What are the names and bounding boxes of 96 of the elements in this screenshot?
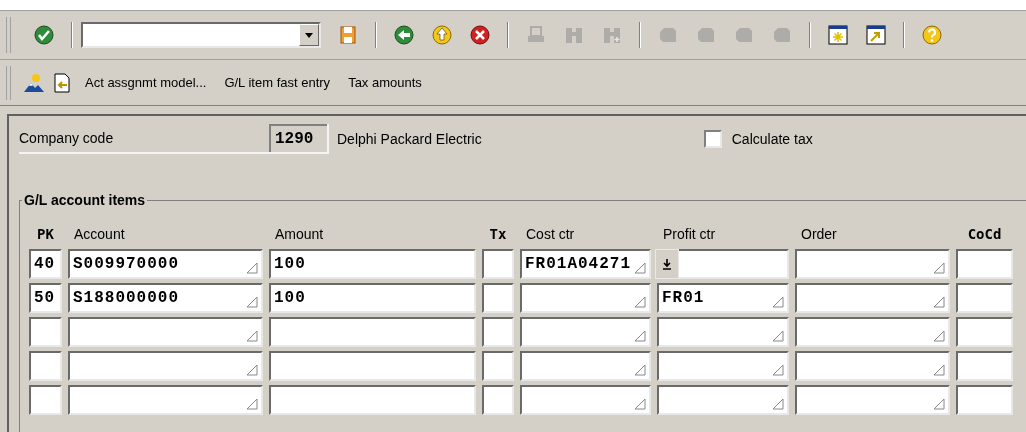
input-field[interactable] bbox=[29, 317, 62, 347]
input-field[interactable] bbox=[520, 317, 651, 347]
input-field[interactable]: 50 bbox=[29, 283, 62, 313]
input-field[interactable] bbox=[657, 317, 789, 347]
new-window-icon[interactable] bbox=[825, 22, 851, 48]
toolbar-button[interactable]: Tax amounts bbox=[348, 72, 422, 93]
input-field[interactable] bbox=[482, 385, 514, 415]
dropdown-corner-icon bbox=[634, 364, 646, 376]
value-help-button[interactable] bbox=[655, 249, 679, 279]
input-field[interactable] bbox=[956, 249, 1013, 279]
dropdown-corner-icon bbox=[933, 296, 945, 308]
dropdown-corner-icon bbox=[772, 330, 784, 342]
input-field[interactable] bbox=[520, 351, 651, 381]
shortcut-icon[interactable] bbox=[863, 22, 889, 48]
input-field[interactable] bbox=[795, 385, 950, 415]
column-header: Amount bbox=[275, 224, 324, 244]
dropdown-corner-icon bbox=[933, 330, 945, 342]
input-field[interactable] bbox=[29, 385, 62, 415]
input-field[interactable] bbox=[795, 351, 950, 381]
input-field[interactable] bbox=[68, 385, 263, 415]
dropdown-corner-icon bbox=[933, 398, 945, 410]
input-field[interactable]: 100 bbox=[269, 249, 476, 279]
dropdown-corner-icon bbox=[772, 364, 784, 376]
cancel-icon[interactable] bbox=[467, 22, 493, 48]
input-field[interactable] bbox=[956, 385, 1013, 415]
dropdown-corner-icon bbox=[634, 296, 646, 308]
dropdown-corner-icon bbox=[634, 330, 646, 342]
field-value: 100 bbox=[274, 288, 306, 309]
input-field[interactable]: 40 bbox=[29, 249, 62, 279]
checkmark-icon[interactable] bbox=[31, 22, 57, 48]
dropdown-corner-icon bbox=[772, 296, 784, 308]
field-value: S188000000 bbox=[73, 288, 179, 309]
company-code-field: 1290 bbox=[269, 124, 327, 152]
input-field[interactable] bbox=[68, 351, 263, 381]
caret-icon bbox=[305, 32, 313, 38]
field-value: 40 bbox=[34, 254, 56, 275]
input-field[interactable]: S188000000 bbox=[68, 283, 263, 313]
toolbar-button[interactable]: G/L item fast entry bbox=[224, 72, 331, 93]
input-field[interactable] bbox=[68, 317, 263, 347]
input-field[interactable] bbox=[29, 351, 62, 381]
input-field[interactable] bbox=[482, 317, 514, 347]
field-value: S009970000 bbox=[73, 254, 179, 275]
input-field[interactable] bbox=[482, 249, 514, 279]
input-field[interactable] bbox=[520, 283, 651, 313]
field-label: Company code bbox=[19, 128, 114, 148]
input-field[interactable]: FR01 bbox=[657, 283, 789, 313]
column-header: Order bbox=[801, 224, 837, 244]
toolbar-button[interactable]: Act assgnmt model... bbox=[85, 72, 207, 93]
column-header: Cost ctr bbox=[526, 224, 575, 244]
input-field[interactable] bbox=[269, 317, 476, 347]
input-field[interactable] bbox=[482, 283, 514, 313]
input-field[interactable]: FR01A04271 bbox=[520, 249, 651, 279]
dropdown-corner-icon bbox=[246, 398, 258, 410]
input-field[interactable] bbox=[795, 283, 950, 313]
checkbox[interactable] bbox=[703, 130, 722, 148]
dropdown-corner-icon bbox=[246, 262, 258, 274]
dropdown-corner-icon bbox=[933, 262, 945, 274]
dropdown-corner-icon bbox=[772, 398, 784, 410]
field-value: FR01 bbox=[662, 288, 705, 309]
column-header: Tx bbox=[489, 224, 507, 244]
input-field[interactable] bbox=[657, 385, 789, 415]
input-field[interactable] bbox=[269, 351, 476, 381]
dropdown-corner-icon bbox=[634, 262, 646, 274]
back-icon[interactable] bbox=[391, 22, 417, 48]
checkbox-label: Calculate tax bbox=[731, 129, 813, 149]
field-value: 50 bbox=[34, 288, 56, 309]
input-field[interactable] bbox=[657, 249, 789, 279]
mountain-sun-icon[interactable] bbox=[23, 71, 45, 94]
input-field[interactable] bbox=[482, 351, 514, 381]
up-arrow-icon[interactable] bbox=[429, 22, 455, 48]
column-header: Account bbox=[74, 224, 125, 244]
input-field[interactable]: 100 bbox=[269, 283, 476, 313]
column-header: Profit ctr bbox=[663, 224, 716, 244]
input-field[interactable] bbox=[269, 385, 476, 415]
field-value: FR01A04271 bbox=[525, 254, 631, 275]
import-icon[interactable] bbox=[51, 71, 73, 94]
column-header: PK bbox=[37, 224, 54, 244]
input-field[interactable] bbox=[795, 249, 950, 279]
input-field[interactable] bbox=[956, 283, 1013, 313]
input-field[interactable] bbox=[795, 317, 950, 347]
column-header: CoCd bbox=[967, 224, 1002, 244]
field-value: 100 bbox=[274, 254, 306, 275]
command-field[interactable] bbox=[81, 22, 321, 48]
input-field[interactable] bbox=[956, 317, 1013, 347]
download-arrow-icon bbox=[662, 258, 672, 270]
dropdown-corner-icon bbox=[634, 398, 646, 410]
dropdown-corner-icon bbox=[246, 296, 258, 308]
dropdown-corner-icon bbox=[933, 364, 945, 376]
company-name: Delphi Packard Electric bbox=[337, 129, 482, 149]
input-field[interactable]: S009970000 bbox=[68, 249, 263, 279]
dropdown-corner-icon bbox=[246, 330, 258, 342]
input-field[interactable] bbox=[657, 351, 789, 381]
help-icon[interactable] bbox=[919, 22, 945, 48]
input-field[interactable] bbox=[956, 351, 1013, 381]
input-field[interactable] bbox=[520, 385, 651, 415]
dropdown-corner-icon bbox=[246, 364, 258, 376]
